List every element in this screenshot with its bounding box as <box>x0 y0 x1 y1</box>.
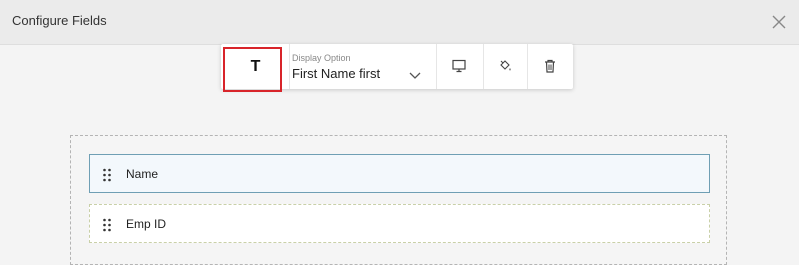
paint-bucket-icon <box>500 60 511 71</box>
display-option-value: First Name first <box>292 66 381 81</box>
field-row-name[interactable]: Name <box>89 154 710 193</box>
color-fill-button[interactable] <box>494 55 516 77</box>
dialog-title: Configure Fields <box>12 13 107 28</box>
display-option-dropdown[interactable]: Display Option First Name first <box>290 51 437 85</box>
monitor-button[interactable] <box>448 55 470 77</box>
drag-handle-icon[interactable] <box>102 168 112 182</box>
display-option-label: Display Option <box>292 53 351 63</box>
field-label: Emp ID <box>126 217 167 231</box>
monitor-icon <box>452 59 466 73</box>
toolbar-divider <box>436 44 437 89</box>
close-button[interactable] <box>767 10 791 34</box>
drag-handle-icon[interactable] <box>102 218 112 232</box>
toolbar-divider <box>527 44 528 89</box>
dialog-header: Configure Fields <box>0 0 799 45</box>
field-toolbar: T Display Option First Name first <box>221 44 573 89</box>
field-label: Name <box>126 167 159 181</box>
field-row-emp-id[interactable]: Emp ID <box>89 204 710 243</box>
toolbar-divider <box>483 44 484 89</box>
trash-icon <box>545 59 555 73</box>
delete-button[interactable] <box>539 55 561 77</box>
close-icon <box>772 15 786 29</box>
text-type-button[interactable]: T <box>233 51 278 83</box>
chevron-down-icon <box>409 72 421 79</box>
